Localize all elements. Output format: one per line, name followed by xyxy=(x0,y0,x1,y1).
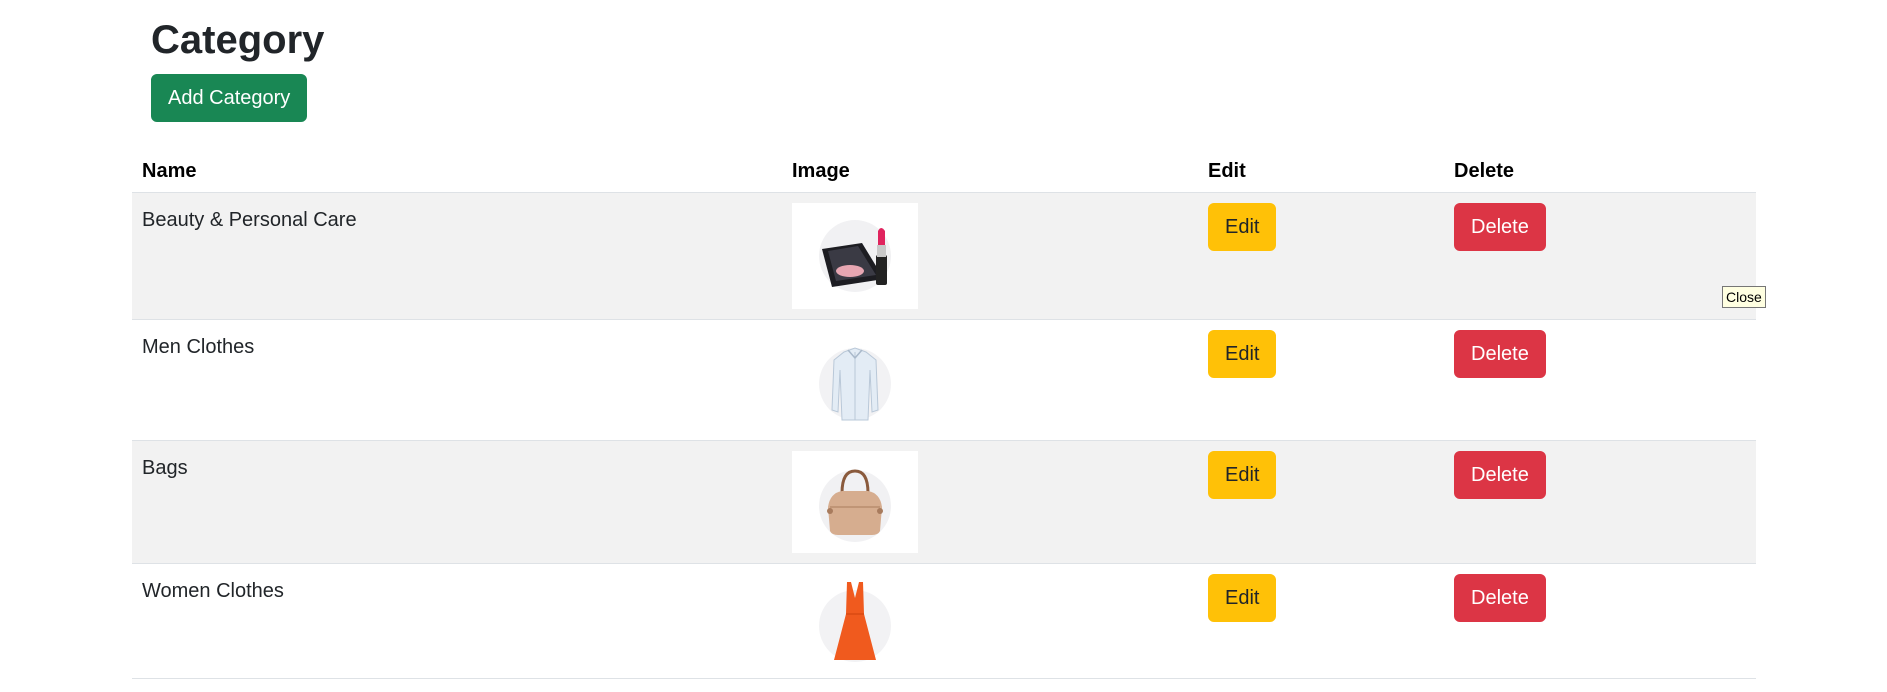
column-header-image: Image xyxy=(782,150,1198,193)
category-name: Beauty & Personal Care xyxy=(132,192,782,320)
edit-cell: Edit xyxy=(1198,192,1444,320)
edit-button[interactable]: Edit xyxy=(1208,203,1277,251)
category-table: Name Image Edit Delete Beauty & Personal… xyxy=(132,150,1756,679)
table-row: Men Clothes Edit Delete xyxy=(132,319,1756,441)
delete-cell: Delete xyxy=(1444,192,1756,320)
category-image-cell xyxy=(782,192,1198,320)
delete-button[interactable]: Delete xyxy=(1454,574,1546,622)
category-name: Bags xyxy=(132,440,782,564)
delete-cell: Delete xyxy=(1444,440,1756,564)
cosmetics-icon xyxy=(819,220,891,292)
delete-cell: Delete xyxy=(1444,319,1756,441)
edit-cell: Edit xyxy=(1198,319,1444,441)
table-row: Bags Edit Delete xyxy=(132,440,1756,564)
page-title: Category xyxy=(151,18,325,62)
column-header-delete: Delete xyxy=(1444,150,1756,193)
edit-cell: Edit xyxy=(1198,563,1444,679)
category-image xyxy=(792,451,918,553)
category-image xyxy=(792,203,918,309)
column-header-name: Name xyxy=(132,150,782,193)
category-name: Women Clothes xyxy=(132,563,782,679)
category-name: Men Clothes xyxy=(132,319,782,441)
edit-cell: Edit xyxy=(1198,440,1444,564)
shirt-icon xyxy=(819,347,891,421)
table-row: Beauty & Personal Care Edit Delete xyxy=(132,192,1756,320)
handbag-icon xyxy=(819,469,891,542)
category-image-cell xyxy=(782,319,1198,441)
edit-button[interactable]: Edit xyxy=(1208,330,1277,378)
delete-button[interactable]: Delete xyxy=(1454,451,1546,499)
category-page: Category Add Category Name Image Edit De… xyxy=(0,0,1887,692)
category-image xyxy=(792,574,918,668)
add-category-button[interactable]: Add Category xyxy=(151,74,308,122)
table-header-row: Name Image Edit Delete xyxy=(132,150,1756,193)
table-row: Women Clothes Edit Delete xyxy=(132,563,1756,679)
delete-button[interactable]: Delete xyxy=(1454,203,1546,251)
category-image-cell xyxy=(782,563,1198,679)
dress-icon xyxy=(819,582,891,662)
delete-cell: Delete xyxy=(1444,563,1756,679)
edit-button[interactable]: Edit xyxy=(1208,574,1277,622)
edit-button[interactable]: Edit xyxy=(1208,451,1277,499)
delete-button[interactable]: Delete xyxy=(1454,330,1546,378)
category-image-cell xyxy=(782,440,1198,564)
column-header-edit: Edit xyxy=(1198,150,1444,193)
category-image xyxy=(792,330,918,430)
close-tooltip: Close xyxy=(1722,286,1766,308)
